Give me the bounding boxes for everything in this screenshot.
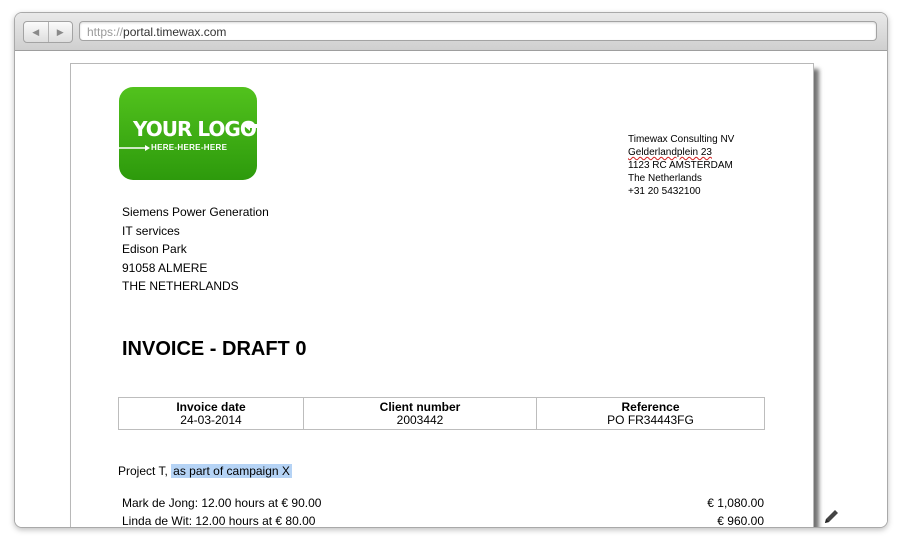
line-item-amount: € 1,080.00 bbox=[707, 496, 764, 510]
invoice-date-value: 24-03-2014 bbox=[180, 413, 242, 427]
reference-cell: Reference PO FR34443FG bbox=[536, 397, 765, 430]
browser-content: YOUR LOGO HERE-HERE-HERE Timewax Consult… bbox=[15, 51, 887, 527]
line-item: Linda de Wit: 12.00 hours at € 80.00 € 9… bbox=[122, 514, 764, 527]
company-country: The Netherlands bbox=[628, 173, 702, 184]
project-line[interactable]: Project T, as part of campaign X bbox=[118, 464, 292, 478]
pencil-icon[interactable] bbox=[822, 508, 840, 526]
logo-subtext: HERE-HERE-HERE bbox=[151, 143, 228, 152]
line-item-description: Mark de Jong: 12.00 hours at € 90.00 bbox=[122, 496, 322, 510]
logo-right-arrow-icon bbox=[244, 121, 257, 131]
company-logo: YOUR LOGO HERE-HERE-HERE bbox=[119, 87, 257, 180]
invoice-title: INVOICE - DRAFT 0 bbox=[122, 338, 307, 360]
company-address: Timewax Consulting NV Gelderlandplein 23… bbox=[628, 133, 734, 198]
back-button[interactable]: ◀ bbox=[24, 22, 48, 42]
company-name: Timewax Consulting NV bbox=[628, 134, 735, 145]
client-postal-city: 91058 ALMERE bbox=[122, 260, 208, 275]
logo-left-arrow-icon bbox=[119, 145, 150, 151]
client-name: Siemens Power Generation bbox=[122, 205, 269, 219]
client-department: IT services bbox=[122, 223, 180, 238]
client-number-value: 2003442 bbox=[396, 413, 444, 427]
company-street: Gelderlandplein 23 bbox=[628, 147, 712, 158]
line-item: Mark de Jong: 12.00 hours at € 90.00 € 1… bbox=[122, 496, 764, 510]
invoice-date-cell: Invoice date 24-03-2014 bbox=[118, 397, 304, 430]
url-protocol: https:// bbox=[87, 25, 124, 39]
project-highlighted-text[interactable]: as part of campaign X bbox=[171, 464, 292, 478]
line-item-description: Linda de Wit: 12.00 hours at € 80.00 bbox=[122, 514, 316, 527]
nav-buttons: ◀ ▶ bbox=[23, 21, 73, 43]
reference-value: PO FR34443FG bbox=[607, 413, 694, 427]
invoice-info-table: Invoice date 24-03-2014 Client number 20… bbox=[118, 397, 765, 430]
browser-toolbar: ◀ ▶ https://portal.timewax.com bbox=[15, 13, 887, 51]
client-street: Edison Park bbox=[122, 242, 187, 256]
forward-button[interactable]: ▶ bbox=[47, 22, 73, 42]
forward-arrow-icon: ▶ bbox=[56, 26, 64, 37]
url-host: portal.timewax.com bbox=[123, 25, 227, 39]
logo-text: YOUR LOGO bbox=[133, 117, 257, 141]
invoice-document: YOUR LOGO HERE-HERE-HERE Timewax Consult… bbox=[70, 63, 814, 527]
client-number-cell: Client number 2003442 bbox=[303, 397, 537, 430]
invoice-info-row: Invoice date 24-03-2014 Client number 20… bbox=[118, 397, 765, 430]
company-phone: +31 20 5432100 bbox=[628, 186, 701, 197]
back-arrow-icon: ◀ bbox=[32, 26, 40, 37]
line-item-amount: € 960.00 bbox=[717, 514, 764, 527]
company-postal-city: 1123 RC AMSTERDAM bbox=[628, 160, 733, 171]
project-prefix: Project T, bbox=[118, 464, 168, 478]
browser-window: ◀ ▶ https://portal.timewax.com YOUR LOGO… bbox=[14, 12, 888, 528]
client-country: THE NETHERLANDS bbox=[122, 279, 239, 293]
address-bar[interactable]: https://portal.timewax.com bbox=[79, 21, 877, 41]
client-address: Siemens Power Generation IT services Edi… bbox=[122, 203, 269, 296]
